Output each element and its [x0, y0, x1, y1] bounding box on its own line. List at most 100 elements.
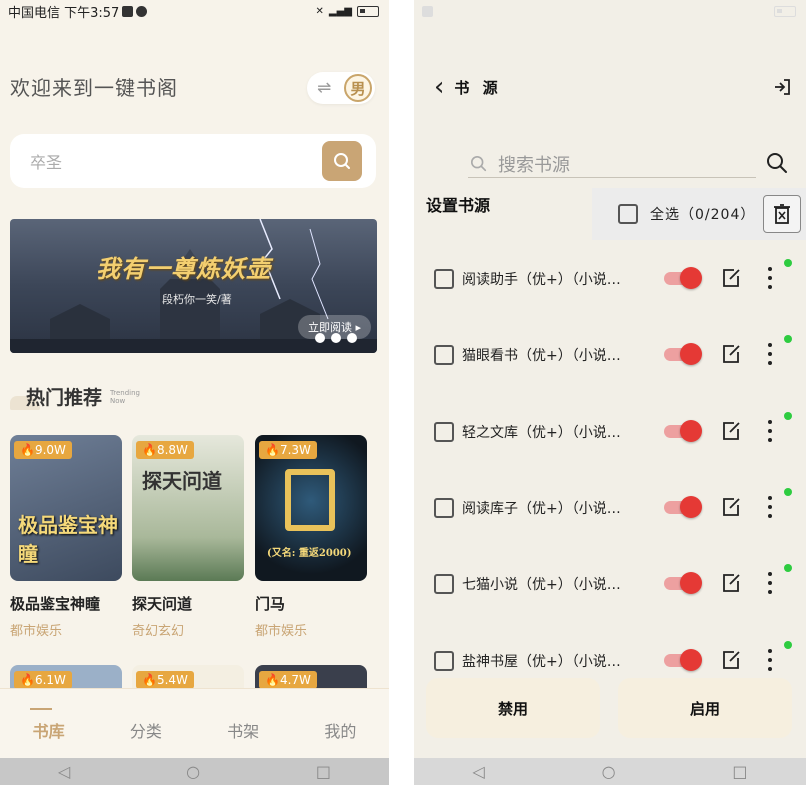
search-button[interactable]: [322, 141, 362, 181]
edit-icon[interactable]: [720, 343, 742, 365]
pager-dot[interactable]: [315, 333, 325, 343]
app-icon: [136, 5, 148, 17]
search-hint-icon: [470, 155, 487, 171]
source-row[interactable]: 轻之文库（优+）（小说…: [414, 412, 806, 447]
edit-icon[interactable]: [720, 496, 742, 518]
source-row[interactable]: 七猫小说（优+）（小说…: [414, 564, 806, 599]
section-subtitle-line2: Now: [110, 397, 126, 405]
edit-icon[interactable]: [720, 649, 742, 671]
search-placeholder: 卒圣: [30, 153, 63, 172]
heat-badge: 🔥4.7W: [259, 671, 317, 689]
cover-emblem: [285, 469, 335, 531]
back-arrow-icon[interactable]: ‹: [434, 74, 444, 100]
source-checkbox[interactable]: [434, 651, 454, 671]
search-placeholder: 搜索书源: [498, 154, 570, 176]
source-row[interactable]: 盐神书屋（优+）（小说…: [414, 641, 806, 676]
more-vertical-icon[interactable]: [766, 343, 774, 365]
nav-category[interactable]: 分类: [130, 718, 162, 742]
pager-dot[interactable]: [347, 333, 357, 343]
book-title: 门马: [255, 595, 286, 613]
source-name: 猫眼看书（优+）（小说…: [462, 348, 621, 364]
bottom-actions: 禁用 启用: [414, 674, 806, 758]
source-checkbox[interactable]: [434, 422, 454, 442]
section-subtitle-line1: Trending: [110, 389, 140, 397]
bottom-nav: 书库 分类 书架 我的: [0, 688, 389, 758]
nav-bookshelf[interactable]: 书架: [227, 718, 259, 742]
source-name: 阅读助手（优+）（小说…: [462, 272, 621, 288]
status-dot: [784, 412, 792, 420]
banner-title: 我有一尊炼妖壶: [96, 254, 271, 283]
source-enable-switch[interactable]: [664, 572, 702, 594]
notification-icon: [122, 5, 134, 17]
more-vertical-icon[interactable]: [766, 572, 774, 594]
source-name: 盐神书屋（优+）（小说…: [462, 654, 621, 670]
back-triangle-icon[interactable]: ◁: [472, 762, 484, 781]
status-dot: [784, 335, 792, 343]
home-circle-icon[interactable]: ○: [186, 762, 200, 781]
source-enable-switch[interactable]: [664, 496, 702, 518]
source-checkbox[interactable]: [434, 574, 454, 594]
book-card[interactable]: 🔥7.3W (又名: 重返2000) 门马 都市娱乐: [255, 435, 367, 639]
nav-active-indicator: [30, 708, 52, 714]
source-row[interactable]: 阅读库子（优+）（小说…: [414, 488, 806, 523]
top-bar: ‹ 书 源: [414, 66, 806, 108]
book-cover: 🔥7.3W (又名: 重返2000): [255, 435, 367, 581]
source-search-input[interactable]: 搜索书源: [468, 150, 756, 178]
set-source-title: 设置书源: [426, 196, 491, 215]
back-triangle-icon[interactable]: ◁: [58, 762, 70, 781]
status-bar: 中国电信 下午3:57 ✕ ▂▄▆: [0, 0, 389, 22]
banner-author: 段朽你一笑/著: [162, 293, 232, 306]
source-name: 阅读库子（优+）（小说…: [462, 501, 621, 517]
section-subtitle: Trending Now: [110, 389, 140, 405]
nav-mine[interactable]: 我的: [324, 718, 356, 742]
gender-toggle[interactable]: ⇌ 男: [307, 72, 375, 104]
source-enable-switch[interactable]: [664, 267, 702, 289]
system-nav-bar: ◁ ○ □: [0, 758, 389, 785]
book-genre: 奇幻玄幻: [132, 624, 185, 639]
promo-banner[interactable]: 我有一尊炼妖壶 段朽你一笑/著 立即阅读 ▸: [10, 219, 377, 353]
delete-button[interactable]: [763, 195, 801, 233]
source-checkbox[interactable]: [434, 498, 454, 518]
welcome-title: 欢迎来到一键书阁: [10, 76, 178, 100]
disable-button[interactable]: 禁用: [426, 678, 600, 738]
more-vertical-icon[interactable]: [766, 267, 774, 289]
heat-badge: 🔥7.3W: [259, 441, 317, 459]
source-name: 轻之文库（优+）（小说…: [462, 425, 621, 441]
home-circle-icon[interactable]: ○: [602, 762, 616, 781]
nav-library[interactable]: 书库: [33, 718, 65, 742]
source-enable-switch[interactable]: [664, 343, 702, 365]
book-cover: 🔥9.0W 极品鉴宝神瞳: [10, 435, 122, 581]
more-vertical-icon[interactable]: [766, 420, 774, 442]
status-dot: [784, 564, 792, 572]
source-row[interactable]: 阅读助手（优+）（小说…: [414, 259, 806, 294]
source-checkbox[interactable]: [434, 345, 454, 365]
mute-icon: ✕: [315, 5, 324, 17]
pager-dot[interactable]: [331, 333, 341, 343]
status-bar: [414, 0, 806, 22]
source-enable-switch[interactable]: [664, 649, 702, 671]
book-card[interactable]: 🔥9.0W 极品鉴宝神瞳 极品鉴宝神瞳 都市娱乐: [10, 435, 122, 639]
export-icon[interactable]: [772, 77, 792, 97]
heat-badge: 🔥5.4W: [136, 671, 194, 689]
search-icon[interactable]: [766, 152, 788, 174]
page-title: 书 源: [454, 78, 502, 97]
more-vertical-icon[interactable]: [766, 649, 774, 671]
source-enable-switch[interactable]: [664, 420, 702, 442]
gender-badge: 男: [344, 74, 372, 102]
edit-icon[interactable]: [720, 420, 742, 442]
source-row[interactable]: 猫眼看书（优+）（小说…: [414, 335, 806, 370]
edit-icon[interactable]: [720, 267, 742, 289]
more-vertical-icon[interactable]: [766, 496, 774, 518]
banner-pager: [315, 333, 357, 343]
book-card[interactable]: 🔥8.8W 探天问道 探天问道 奇幻玄幻: [132, 435, 244, 639]
heat-badge: 🔥8.8W: [136, 441, 194, 459]
source-checkbox[interactable]: [434, 269, 454, 289]
edit-icon[interactable]: [720, 572, 742, 594]
search-input[interactable]: 卒圣: [10, 134, 376, 188]
recents-square-icon[interactable]: □: [732, 762, 747, 781]
recents-square-icon[interactable]: □: [316, 762, 331, 781]
left-screen: 中国电信 下午3:57 ✕ ▂▄▆ 欢迎来到一键书阁 ⇌ 男 卒圣 我有一尊炼妖…: [0, 0, 389, 785]
section-title: 热门推荐: [26, 387, 103, 409]
select-all-checkbox[interactable]: [618, 204, 638, 224]
enable-button[interactable]: 启用: [618, 678, 792, 738]
